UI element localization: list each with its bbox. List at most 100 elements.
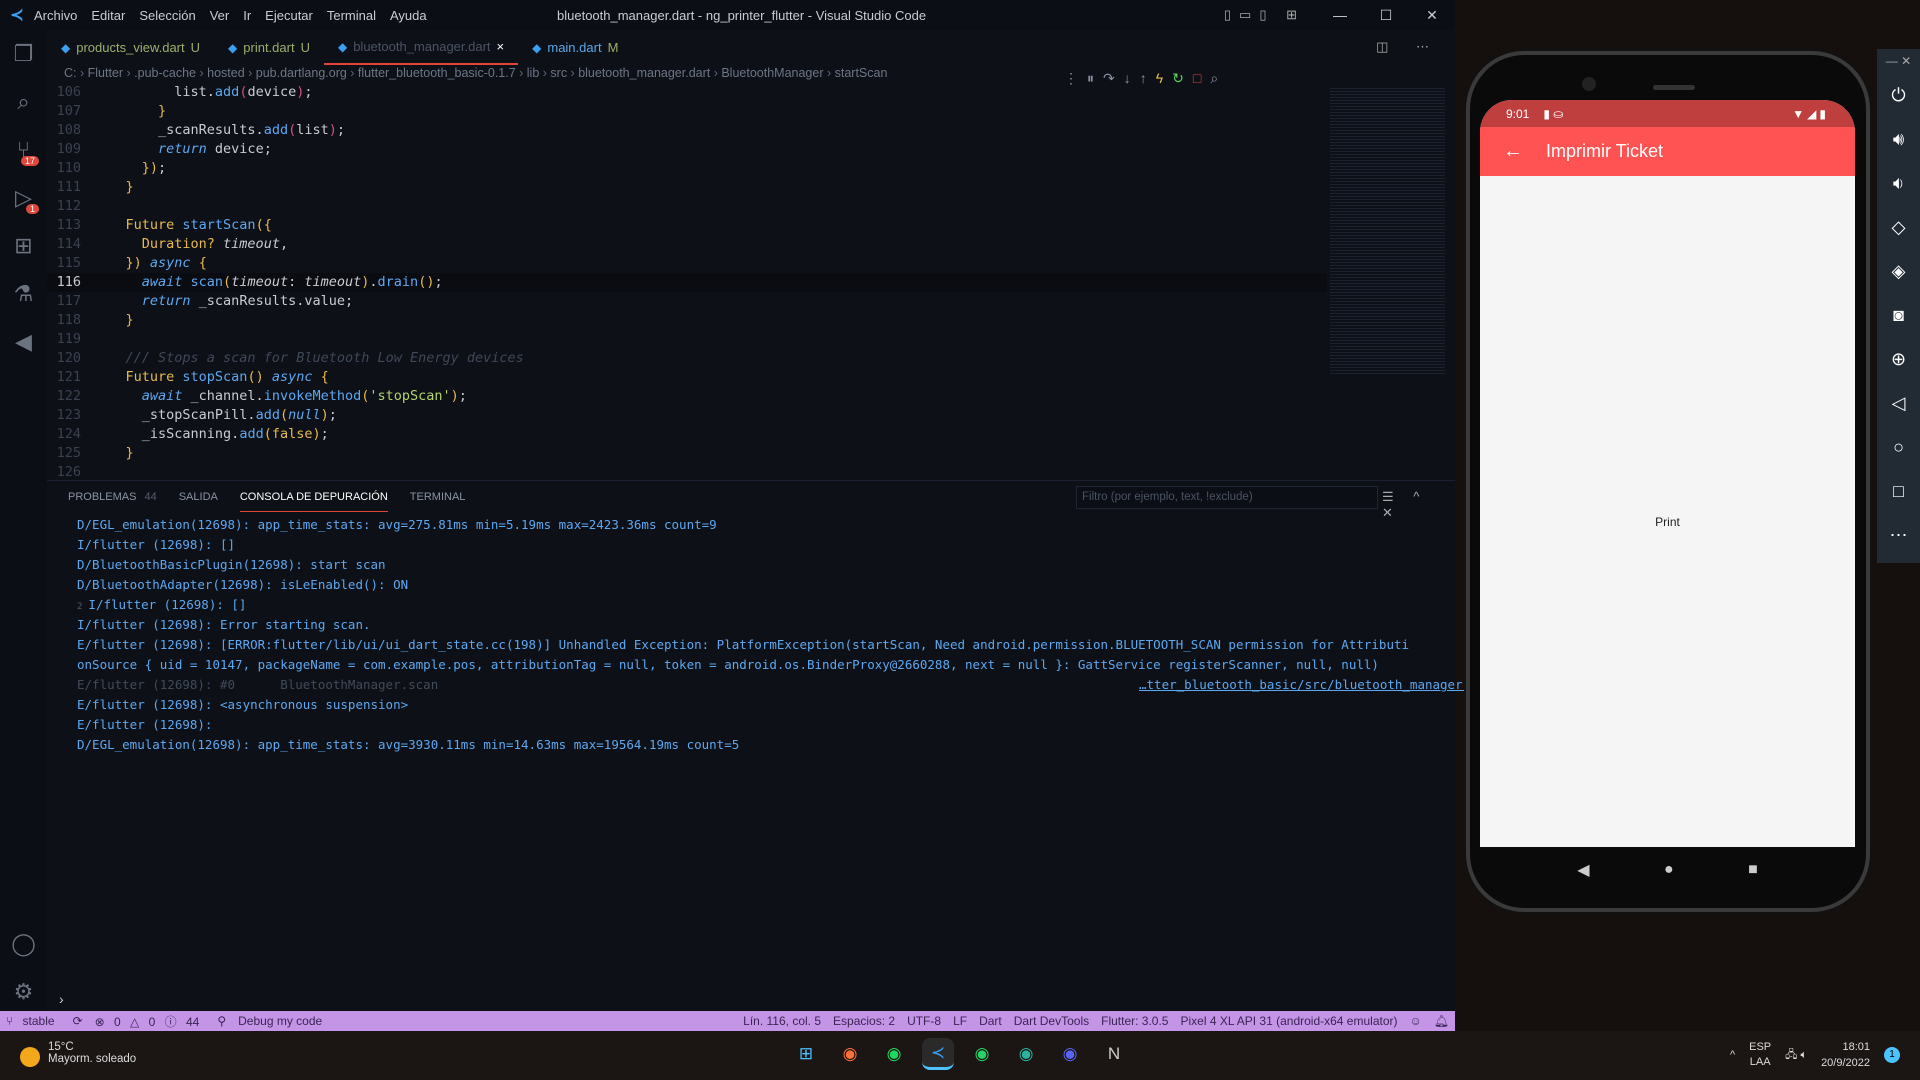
nav-recents-icon[interactable]: ■ <box>1748 861 1758 879</box>
language-mode[interactable]: Dart <box>979 1014 1002 1028</box>
notepad-icon[interactable]: N <box>1098 1038 1130 1070</box>
branch-status[interactable]: ⑂ stable <box>6 1014 61 1028</box>
breadcrumb-item[interactable]: flutter_bluetooth_basic-0.1.7 <box>358 66 516 80</box>
panel-tab-problemas[interactable]: PROBLEMAS <box>68 483 136 511</box>
minimize-button[interactable]: — <box>1317 0 1363 30</box>
tab-bluetooth-manager-dart[interactable]: ◆ bluetooth_manager.dart × <box>323 30 519 65</box>
dart-devtools[interactable]: Dart DevTools <box>1014 1014 1089 1028</box>
menu-selección[interactable]: Selección <box>139 8 195 23</box>
nav-back-icon[interactable]: ◀ <box>1577 860 1589 880</box>
breadcrumb-item[interactable]: hosted <box>207 66 245 80</box>
maximize-button[interactable]: ☐ <box>1363 0 1409 30</box>
code-line[interactable]: 115 }) async { <box>47 254 1327 273</box>
rotate-right-icon[interactable]: ◈ <box>1892 249 1906 293</box>
explorer-icon[interactable]: ❐ <box>0 30 47 78</box>
search-icon[interactable]: ⌕ <box>0 78 47 126</box>
code-line[interactable]: 109 return device; <box>47 140 1327 159</box>
layout-controls-icon[interactable]: ▯▭▯ ⊞ <box>1224 7 1305 23</box>
menu-editar[interactable]: Editar <box>91 8 125 23</box>
whatsapp-icon[interactable]: ◉ <box>966 1038 998 1070</box>
tab-products-view-dart[interactable]: ◆ products_view.dart U <box>47 30 214 65</box>
power-icon[interactable]: ⏻ <box>1891 73 1905 117</box>
nav-home-icon[interactable]: ● <box>1664 861 1674 879</box>
close-tab-icon[interactable]: × <box>497 39 505 54</box>
rotate-left-icon[interactable]: ◇ <box>1892 205 1906 249</box>
minimize-emulator-icon[interactable]: — ✕ <box>1886 49 1911 73</box>
code-line[interactable]: 126 <box>47 463 1327 478</box>
breadcrumb-item[interactable]: lib <box>527 66 540 80</box>
flutter-icon[interactable]: ◀ <box>0 318 47 366</box>
sync-icon[interactable]: ⟳ <box>73 1014 83 1028</box>
code-line[interactable]: 113 Future startScan({ <box>47 216 1327 235</box>
breadcrumb-item[interactable]: C: <box>64 66 77 80</box>
minimap[interactable] <box>1330 86 1445 376</box>
code-line[interactable]: 107 } <box>47 102 1327 121</box>
back-icon[interactable]: ◁ <box>1892 381 1906 425</box>
code-line[interactable]: 119 <box>47 330 1327 349</box>
notifications-bell-icon[interactable]: 🔔︎ <box>1434 1014 1449 1028</box>
breadcrumb-item[interactable]: pub.dartlang.org <box>256 66 347 80</box>
phone-screen[interactable]: 9:01 ▮ ⛀ ▼◢▮ ← Imprimir Ticket Print <box>1480 100 1855 847</box>
vscode-taskbar-icon[interactable]: ≺ <box>922 1038 954 1070</box>
code-line[interactable]: 120 /// Stops a scan for Bluetooth Low E… <box>47 349 1327 368</box>
panel-tab-consola-de-depuración[interactable]: CONSOLA DE DEPURACIÓN <box>239 483 388 512</box>
extensions-icon[interactable]: ⊞ <box>0 222 47 270</box>
home-icon[interactable]: ○ <box>1893 425 1904 469</box>
code-line[interactable]: 123 _stopScanPill.add(null); <box>47 406 1327 425</box>
encoding[interactable]: UTF-8 <box>907 1014 941 1028</box>
network-volume-icons[interactable]: 🖧 🔈︎ <box>1785 1046 1807 1065</box>
breadcrumb-item[interactable]: startScan <box>835 66 888 80</box>
testing-icon[interactable]: ⚗ <box>0 270 47 318</box>
weather-widget[interactable]: 15°C Mayorm. soleado <box>20 1041 136 1067</box>
close-button[interactable]: ✕ <box>1409 0 1455 30</box>
run-debug-icon[interactable]: ▷ 1 <box>0 174 47 222</box>
volume-up-icon[interactable]: 🔊︎ <box>1893 117 1904 161</box>
menu-ejecutar[interactable]: Ejecutar <box>265 8 313 23</box>
language-indicator[interactable]: ESP LAA <box>1749 1040 1771 1070</box>
clock[interactable]: 18:01 20/9/2022 <box>1821 1039 1870 1071</box>
code-line[interactable]: 111 } <box>47 178 1327 197</box>
overview-icon[interactable]: □ <box>1893 469 1904 513</box>
menu-terminal[interactable]: Terminal <box>327 8 376 23</box>
console-prompt-icon[interactable]: › <box>59 991 64 1007</box>
code-line[interactable]: 122 await _channel.invokeMethod('stopSca… <box>47 387 1327 406</box>
print-button[interactable]: Print <box>1480 515 1855 529</box>
start-windows-icon[interactable]: ⊞ <box>790 1038 822 1070</box>
code-line[interactable]: 121 Future stopScan() async { <box>47 368 1327 387</box>
discord-icon[interactable]: ◉ <box>1054 1038 1086 1070</box>
panel-tab-salida[interactable]: SALIDA <box>179 483 218 511</box>
code-line[interactable]: 114 Duration? timeout, <box>47 235 1327 254</box>
breadcrumb-item[interactable]: bluetooth_manager.dart <box>578 66 710 80</box>
breadcrumb-item[interactable]: src <box>550 66 567 80</box>
source-control-icon[interactable]: ⑂ 17 <box>0 126 47 174</box>
firefox-icon[interactable]: ◉ <box>834 1038 866 1070</box>
back-arrow-icon[interactable]: ← <box>1480 140 1546 163</box>
panel-tab-terminal[interactable]: TERMINAL <box>410 483 466 511</box>
notification-badge[interactable]: 1 <box>1884 1047 1900 1063</box>
spotify-icon[interactable]: ◉ <box>878 1038 910 1070</box>
code-line[interactable]: 112 <box>47 197 1327 216</box>
zoom-icon[interactable]: ⊕ <box>1891 337 1906 381</box>
tab-print-dart[interactable]: ◆ print.dart U <box>214 30 324 65</box>
code-line[interactable]: 118 } <box>47 311 1327 330</box>
debug-config[interactable]: Debug my code <box>238 1014 322 1028</box>
eol[interactable]: LF <box>953 1014 967 1028</box>
console-filter-input[interactable]: Filtro (por ejemplo, text, !exclude) <box>1076 486 1378 509</box>
code-line[interactable]: 117 return _scanResults.value; <box>47 292 1327 311</box>
problems-status[interactable]: ⊗ 0 △ 0 ⓘ 44 <box>95 1013 206 1030</box>
code-line[interactable]: 116 await scan(timeout: timeout).drain()… <box>47 273 1327 292</box>
app-icon[interactable]: ◉ <box>1010 1038 1042 1070</box>
tray-chevron-icon[interactable]: ^ <box>1730 1049 1735 1061</box>
settings-gear-icon[interactable]: ⚙ <box>0 968 47 1016</box>
tab-main-dart[interactable]: ◆ main.dart M <box>518 30 632 65</box>
volume-down-icon[interactable]: 🔉︎ <box>1893 161 1904 205</box>
account-icon[interactable]: ◯ <box>0 920 47 968</box>
screenshot-camera-icon[interactable]: ◙ <box>1893 293 1904 337</box>
debug-icon[interactable]: ⚲ <box>217 1014 226 1028</box>
more-icon[interactable]: ⋯ <box>1890 513 1908 557</box>
split-editor-icon[interactable]: ◫ ⋯ <box>1376 39 1441 55</box>
breadcrumb-item[interactable]: Flutter <box>88 66 123 80</box>
code-line[interactable]: 106 list.add(device); <box>47 83 1327 102</box>
menu-ir[interactable]: Ir <box>243 8 251 23</box>
device-selector[interactable]: Pixel 4 XL API 31 (android-x64 emulator) <box>1180 1014 1397 1028</box>
